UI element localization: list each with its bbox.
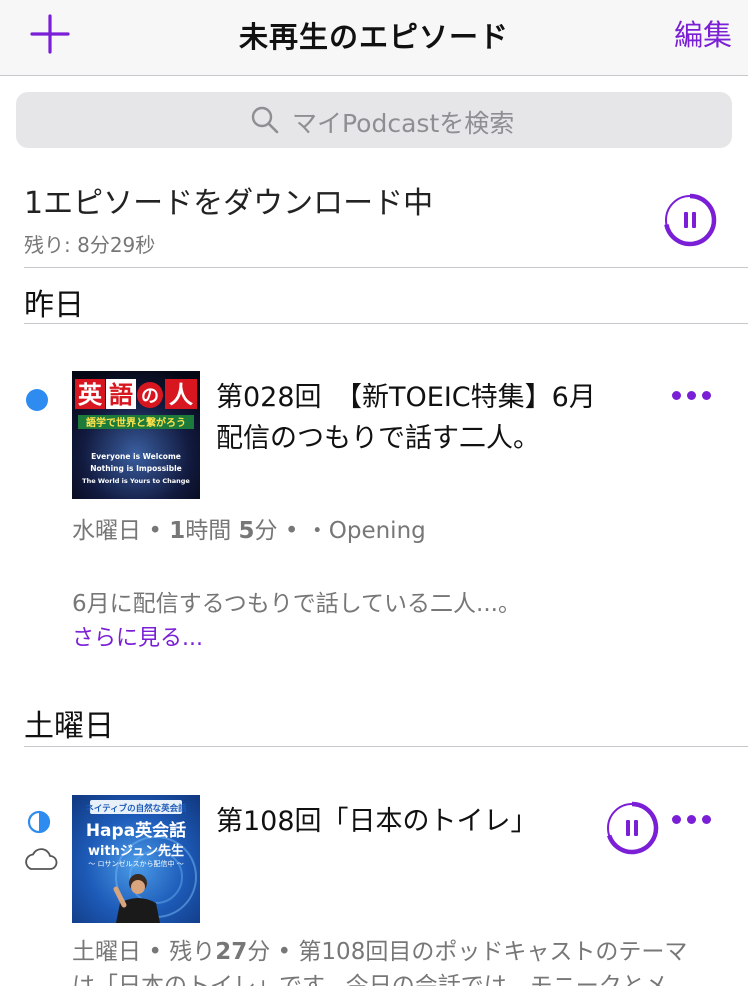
meta-minutes: 5 — [238, 518, 255, 544]
search-placeholder: マイPodcastを検索 — [292, 109, 515, 138]
art-line-1: Everyone is Welcome — [91, 452, 181, 461]
divider — [24, 746, 748, 747]
art-banner: ネイティブの自然な英会話 — [85, 803, 187, 814]
art-line-2: Nothing is Impossible — [90, 464, 182, 473]
meta-minutes-unit: 分 — [254, 518, 278, 544]
art-line-3: The World is Yours to Change — [82, 477, 190, 485]
navigation-bar: 未再生のエピソード 編集 — [0, 0, 748, 76]
art-title-1: Hapa英会話 — [86, 820, 186, 841]
meta-hours-unit: 時間 — [185, 518, 232, 544]
art-subtitle: 〜 ロサンゼルスから配信中 〜 — [88, 859, 183, 868]
search-icon — [251, 106, 279, 134]
download-status-title: 1エピソードをダウンロード中 — [24, 186, 434, 221]
download-remaining: 残り: 8分29秒 — [24, 233, 156, 257]
meta-hours: 1 — [169, 518, 186, 544]
more-options-icon[interactable] — [670, 815, 714, 829]
divider — [24, 323, 748, 324]
section-heading-saturday: 土曜日 — [24, 709, 114, 744]
episode-meta: 土曜日 • 残り27分 • 第108回目のポッドキャストのテーマ — [72, 939, 688, 965]
cloud-icon — [25, 848, 58, 870]
episode-artwork[interactable]: 英 語 の 人 語学で世界と繋がろう Everyone is Welcome N… — [72, 371, 200, 499]
meta-remaining-unit: 分 — [247, 939, 271, 965]
unplayed-indicator-icon — [26, 389, 48, 411]
meta-day: 土曜日 — [72, 939, 141, 965]
episode-artwork[interactable]: ネイティブの自然な英会話 Hapa英会話 withジュン先生 〜 ロサンゼルスか… — [72, 795, 200, 923]
art-title-2: withジュン先生 — [88, 843, 184, 859]
see-more-link[interactable]: さらに見る... — [72, 620, 203, 652]
episode-meta: 水曜日 • 1時間 5分 • ・Opening — [72, 518, 426, 544]
episode-title[interactable]: 第108回「日本のトイレ」 — [216, 801, 596, 842]
search-field[interactable]: マイPodcastを検索 — [16, 92, 732, 148]
art-text-1: 英 — [78, 381, 103, 409]
art-text-3: の — [141, 386, 159, 407]
divider — [24, 267, 748, 268]
meta-day: 水曜日 — [72, 518, 141, 544]
page-title: 未再生のエピソード — [238, 20, 509, 54]
meta-remaining-prefix: 残り — [169, 939, 216, 965]
meta-description: 第108回目のポッドキャストのテーマ — [298, 939, 688, 965]
art-subtitle: 語学で世界と繋がろう — [86, 416, 186, 429]
episode-pause-icon[interactable] — [604, 800, 660, 856]
art-text-4: 人 — [169, 381, 193, 409]
art-text-2: 語 — [109, 381, 133, 409]
meta-extra: ・Opening — [305, 518, 426, 544]
episode-description: 6月に配信するつもりで話している二人...。 — [72, 591, 521, 617]
meta-remaining-value: 27 — [215, 939, 248, 965]
episode-title[interactable]: 第028回 【新TOEIC特集】6月配信のつもりで話す二人。 — [216, 377, 596, 459]
partially-played-icon — [27, 810, 51, 834]
episode-description-continued: は「日本のトイレ」です。今日の会話では、モニークとメ — [72, 973, 668, 986]
edit-button[interactable]: 編集 — [674, 12, 732, 54]
section-heading-yesterday: 昨日 — [24, 288, 84, 323]
more-options-icon[interactable] — [670, 391, 714, 405]
download-pause-icon[interactable] — [662, 192, 718, 248]
